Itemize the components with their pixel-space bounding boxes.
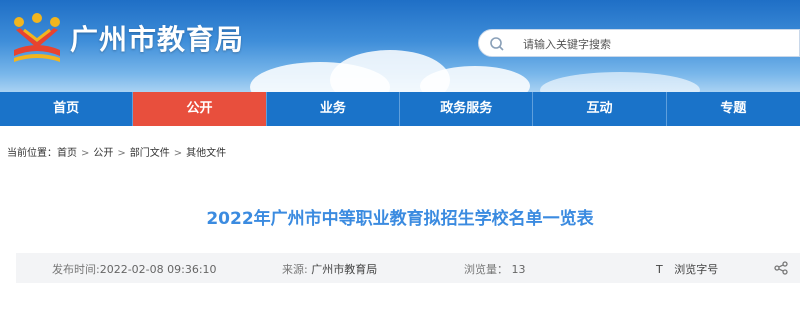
share-icon[interactable]: [774, 261, 788, 275]
breadcrumb-item-other-docs[interactable]: 其他文件: [186, 148, 226, 159]
font-size-label: 浏览字号: [674, 263, 719, 276]
article-title: 2022年广州市中等职业教育拟招生学校名单一览表: [206, 209, 594, 229]
publish-time-label: 发布时间:: [52, 263, 100, 276]
source-label: 来源:: [282, 263, 308, 276]
source-value: 广州市教育局: [311, 263, 378, 276]
font-size-toggle[interactable]: T 浏览字号: [656, 261, 718, 277]
breadcrumb-separator: >: [117, 148, 126, 159]
breadcrumb-separator: >: [81, 148, 90, 159]
views-label: 浏览量：: [464, 263, 508, 276]
cloud-decoration: [540, 72, 700, 92]
breadcrumb-item-public[interactable]: 公开: [93, 148, 113, 159]
breadcrumb-item-department-docs[interactable]: 部门文件: [130, 148, 170, 159]
nav-item-home[interactable]: 首页: [0, 92, 134, 126]
nav-item-public[interactable]: 公开: [133, 92, 267, 126]
font-size-icon: T: [656, 263, 663, 276]
search-icon[interactable]: [489, 36, 505, 52]
logo-emblem-icon[interactable]: [10, 12, 64, 64]
main-nav: 首页 公开 业务 政务服务 互动 专题: [0, 92, 800, 126]
breadcrumb-item-home[interactable]: 首页: [57, 148, 77, 159]
publish-time: 发布时间:2022-02-08 09:36:10: [52, 261, 217, 277]
nav-item-interaction[interactable]: 互动: [533, 92, 667, 126]
nav-item-business[interactable]: 业务: [267, 92, 401, 126]
search-box[interactable]: [478, 29, 800, 57]
breadcrumb-prefix: 当前位置：: [7, 148, 57, 159]
nav-item-topics[interactable]: 专题: [667, 92, 800, 126]
view-count: 浏览量： 13: [464, 261, 526, 277]
article-source: 来源: 广州市教育局: [282, 261, 377, 277]
site-title[interactable]: 广州市教育局: [70, 18, 244, 58]
search-input[interactable]: [523, 34, 783, 54]
header-banner: 广州市教育局: [0, 0, 800, 92]
views-value: 13: [511, 263, 526, 276]
nav-item-government-services[interactable]: 政务服务: [400, 92, 534, 126]
breadcrumb-separator: >: [173, 148, 183, 159]
publish-time-value: 2022-02-08 09:36:10: [99, 263, 217, 276]
breadcrumb: 当前位置：首页 > 公开 > 部门文件 > 其他文件: [7, 144, 226, 159]
article-meta-bar: 发布时间:2022-02-08 09:36:10 来源: 广州市教育局 浏览量：…: [16, 253, 800, 283]
